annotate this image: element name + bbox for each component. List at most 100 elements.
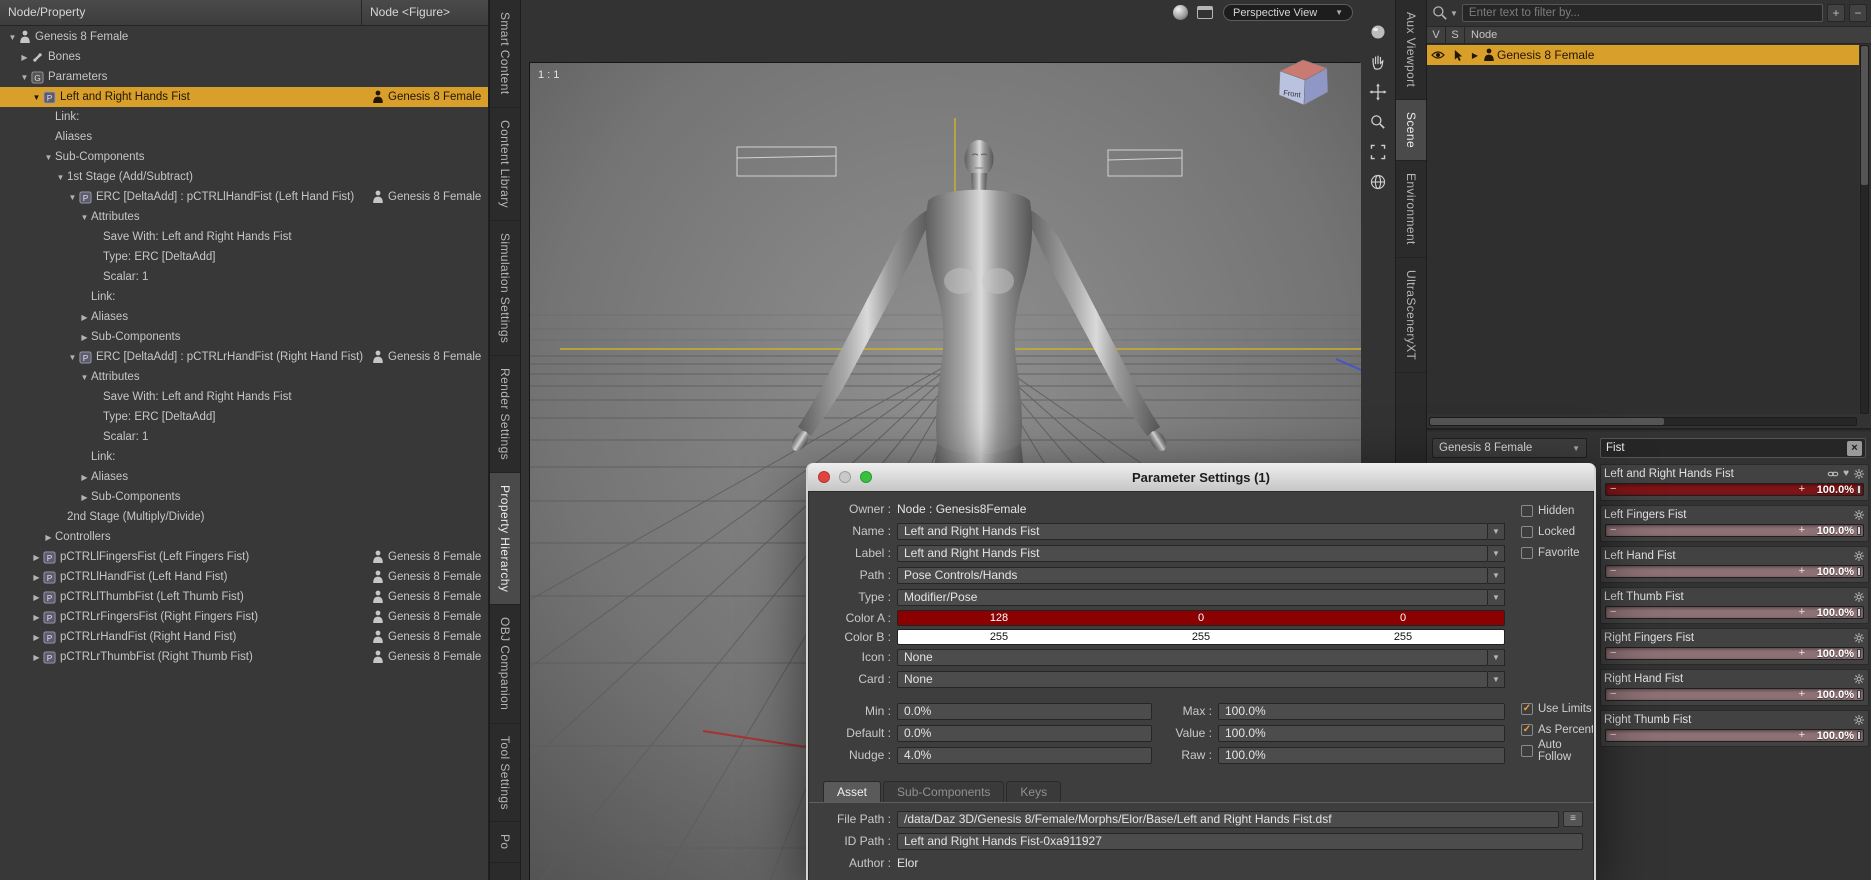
slider-increment[interactable]: + (1799, 647, 1805, 660)
slider-track[interactable]: − +100.0% (1605, 647, 1864, 660)
slider-handle[interactable] (1857, 485, 1861, 494)
tab-po[interactable]: Po (490, 822, 520, 863)
slider-increment[interactable]: + (1799, 606, 1805, 619)
card-dropdown-button[interactable]: ▼ (1488, 670, 1505, 688)
color-a-bar[interactable]: 128 0 0 (897, 609, 1505, 626)
value-field[interactable]: 100.0% (1218, 724, 1505, 742)
card-field[interactable]: None (897, 670, 1488, 688)
tree-row[interactable]: Link: (0, 107, 488, 127)
slider-decrement[interactable]: − (1610, 688, 1616, 701)
hidden-checkbox[interactable] (1521, 504, 1533, 517)
slider-track[interactable]: − +100.0% (1605, 688, 1864, 701)
tree-row[interactable]: Link: (0, 287, 488, 307)
slider-increment[interactable]: + (1799, 483, 1805, 496)
node-figure-column-header[interactable]: Node <Figure> (362, 0, 488, 25)
tree-row[interactable]: ▼ 1st Stage (Add/Subtract) (0, 167, 488, 187)
slider-decrement[interactable]: − (1610, 647, 1616, 660)
tab-sub-components[interactable]: Sub-Components (883, 781, 1005, 802)
tab-tool-settings[interactable]: Tool Settings (490, 724, 520, 823)
name-dropdown-button[interactable]: ▼ (1488, 522, 1505, 540)
type-dropdown-button[interactable]: ▼ (1488, 588, 1505, 606)
expand-arrow-icon[interactable]: ▶ (42, 533, 55, 542)
min-field[interactable]: 0.0% (897, 702, 1152, 720)
slider-increment[interactable]: + (1799, 565, 1805, 578)
tree-row[interactable]: ▶ Sub-Components (0, 487, 488, 507)
collapse-arrow-icon[interactable]: ▼ (54, 173, 67, 182)
auto-follow-checkbox[interactable] (1521, 744, 1533, 757)
slider-handle[interactable] (1857, 567, 1861, 576)
default-field[interactable]: 0.0% (897, 724, 1152, 742)
hand-tool-button[interactable] (1366, 50, 1389, 73)
draw-style-sphere-icon[interactable] (1173, 5, 1188, 20)
slider-handle[interactable] (1857, 690, 1861, 699)
link-icon[interactable] (1827, 468, 1839, 480)
raw-field[interactable]: 100.0% (1218, 746, 1505, 764)
type-field[interactable]: Modifier/Pose (897, 588, 1488, 606)
tree-row[interactable]: ▶ PpCTRLrHandFist (Right Hand Fist) Genesi… (0, 627, 488, 647)
tab-simulation-settings[interactable]: Simulation Settings (490, 221, 520, 356)
scene-filter-input[interactable] (1461, 4, 1823, 22)
tab-property-hierarchy[interactable]: Property Hierarchy (490, 473, 520, 606)
tab-scene[interactable]: Scene (1396, 100, 1426, 162)
tab-asset[interactable]: Asset (823, 781, 882, 802)
collapse-arrow-icon[interactable]: ▼ (66, 353, 79, 362)
expand-all-button[interactable]: + (1827, 4, 1845, 22)
expand-arrow-icon[interactable]: ▶ (30, 653, 43, 662)
slider-handle[interactable] (1857, 731, 1861, 740)
label-dropdown-button[interactable]: ▼ (1488, 544, 1505, 562)
color-b-bar[interactable]: 255 255 255 (897, 628, 1505, 645)
favorite-checkbox[interactable] (1521, 546, 1533, 559)
tree-row[interactable]: Type: ERC [DeltaAdd] (0, 407, 488, 427)
path-field[interactable]: Pose Controls/Hands (897, 566, 1488, 584)
slider-handle[interactable] (1857, 649, 1861, 658)
icon-field[interactable]: None (897, 648, 1488, 666)
locked-flag[interactable]: Locked (1521, 521, 1593, 542)
tree-row[interactable]: ▼ Sub-Components (0, 147, 488, 167)
favorite-flag[interactable]: Favorite (1521, 542, 1593, 563)
selection-cursor-icon[interactable] (1449, 49, 1467, 62)
tab-keys[interactable]: Keys (1006, 781, 1062, 802)
slider-increment[interactable]: + (1799, 729, 1805, 742)
tree-row[interactable]: ▶ PpCTRLlFingersFist (Left Fingers Fist) G… (0, 547, 488, 567)
gear-icon[interactable] (1853, 509, 1865, 521)
scene-node-row[interactable]: ▶ Genesis 8 Female (1427, 45, 1859, 65)
use-limits-checkbox[interactable] (1521, 702, 1533, 715)
slider-decrement[interactable]: − (1610, 483, 1616, 496)
tree-row[interactable]: ▶ Aliases (0, 467, 488, 487)
scene-horizontal-scrollbar[interactable] (1429, 417, 1857, 426)
tab-environment[interactable]: Environment (1396, 161, 1426, 259)
hidden-flag[interactable]: Hidden (1521, 500, 1593, 521)
frame-tool-button[interactable] (1366, 140, 1389, 163)
slider-handle[interactable] (1857, 526, 1861, 535)
expand-arrow-icon[interactable]: ▶ (78, 473, 91, 482)
tree-row[interactable]: ▼ Genesis 8 Female (0, 27, 488, 47)
tree-row[interactable]: ▼ P ERC [DeltaAdd] : pCTRLrHandFist (Right… (0, 347, 488, 367)
gear-icon[interactable] (1853, 550, 1865, 562)
tree-row[interactable]: Type: ERC [DeltaAdd] (0, 247, 488, 267)
tab-render-settings[interactable]: Render Settings (490, 356, 520, 474)
collapse-arrow-icon[interactable]: ▼ (66, 193, 79, 202)
viewport-layout-icon[interactable] (1197, 6, 1213, 19)
figure-selector-dropdown[interactable]: Genesis 8 Female ▼ (1432, 438, 1587, 458)
tree-row[interactable]: ▶ PpCTRLlThumbFist (Left Thumb Fist) Genes… (0, 587, 488, 607)
slider-handle[interactable] (1857, 608, 1861, 617)
expand-arrow-icon[interactable]: ▶ (30, 573, 43, 582)
tree-row[interactable]: Save With: Left and Right Hands Fist (0, 387, 488, 407)
slider-decrement[interactable]: − (1610, 524, 1616, 537)
tree-row[interactable]: ▶ Aliases (0, 307, 488, 327)
tree-row[interactable]: Scalar: 1 (0, 427, 488, 447)
dialog-titlebar[interactable]: Parameter Settings (1) (808, 463, 1594, 491)
label-field[interactable]: Left and Right Hands Fist (897, 544, 1488, 562)
collapse-arrow-icon[interactable]: ▼ (78, 373, 91, 382)
collapse-arrow-icon[interactable]: ▼ (6, 33, 19, 42)
slider-track[interactable]: − +100.0% (1605, 524, 1864, 537)
locked-checkbox[interactable] (1521, 525, 1533, 538)
slider-track[interactable]: − +100.0% (1605, 606, 1864, 619)
tree-row[interactable]: Save With: Left and Right Hands Fist (0, 227, 488, 247)
expand-arrow-icon[interactable]: ▶ (30, 633, 43, 642)
collapse-arrow-icon[interactable]: ▼ (78, 213, 91, 222)
slider-track[interactable]: − +100.0% (1605, 565, 1864, 578)
tree-row[interactable]: ▼ G Parameters (0, 67, 488, 87)
tree-row[interactable]: ▶ PpCTRLrFingersFist (Right Fingers Fist)… (0, 607, 488, 627)
path-dropdown-button[interactable]: ▼ (1488, 566, 1505, 584)
